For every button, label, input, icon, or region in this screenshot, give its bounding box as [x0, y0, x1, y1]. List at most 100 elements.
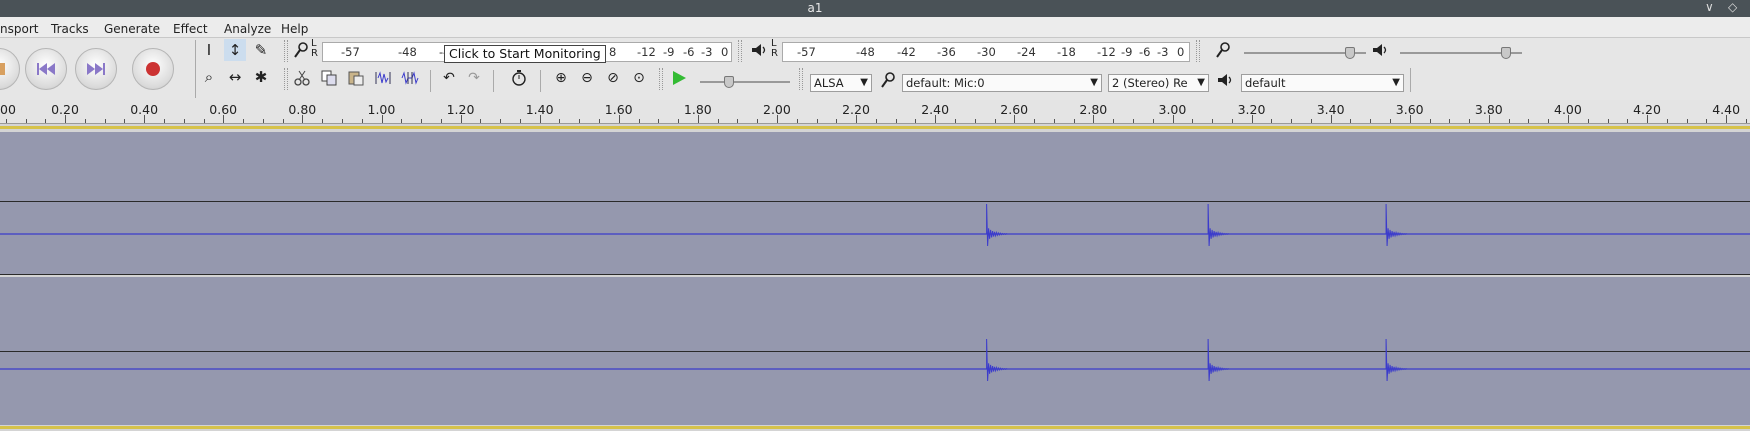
- ruler-tick: [1627, 119, 1629, 123]
- envelope-tool-button[interactable]: ↕: [224, 39, 246, 61]
- ruler-tick: [1568, 115, 1569, 123]
- record-volume-thumb[interactable]: [1345, 47, 1355, 59]
- record-volume-button[interactable]: [1212, 39, 1234, 61]
- audio-host-select[interactable]: ALSA ▼: [810, 74, 872, 92]
- ruler-tick: [361, 119, 363, 123]
- timer-button[interactable]: [508, 67, 530, 89]
- ruler-tick: [1132, 119, 1134, 123]
- ruler-tick: [500, 119, 502, 123]
- ruler-tick: [1291, 119, 1293, 123]
- play-meter[interactable]: -57 -48 -42 -36 -30 -24 -18 -12 -9 -6 -3…: [782, 42, 1190, 62]
- play-speed-slider[interactable]: [700, 73, 790, 91]
- play-speed-track: [700, 81, 790, 83]
- fit-selection-button[interactable]: ⊘: [602, 67, 624, 89]
- fit-selection-icon: ⊘: [607, 70, 619, 86]
- ruler-tick: [183, 119, 185, 123]
- ruler-tick: [1686, 119, 1688, 123]
- skip-end-icon: [87, 63, 105, 75]
- ruler-tick: [1390, 119, 1392, 123]
- draw-tool-button[interactable]: ✎: [250, 39, 272, 61]
- play-speed-thumb[interactable]: [724, 76, 734, 88]
- play-meter-tick: -3: [1157, 45, 1169, 59]
- ruler-tick: [144, 115, 146, 123]
- trim-button[interactable]: [372, 67, 394, 89]
- playback-volume-slider[interactable]: [1400, 44, 1522, 62]
- ruler-tick: [1666, 119, 1668, 123]
- silence-button[interactable]: [399, 67, 421, 89]
- record-meter-tick: -48: [398, 45, 417, 59]
- cut-button[interactable]: [291, 67, 313, 89]
- toolbar-grip[interactable]: [738, 40, 742, 62]
- multi-tool-icon: ✱: [254, 68, 268, 86]
- play-at-speed-button[interactable]: [668, 67, 690, 89]
- ruler-tick: [559, 119, 561, 123]
- play-meter-tick: -48: [856, 45, 875, 59]
- redo-button[interactable]: ↷: [463, 67, 485, 89]
- toolbar-grip[interactable]: [799, 68, 803, 90]
- ruler-tick: [1429, 119, 1431, 123]
- toolbar-separator: [430, 70, 431, 92]
- undo-button[interactable]: ↶: [438, 67, 460, 89]
- playback-device-icon-button: [1214, 69, 1236, 91]
- zoom-out-button[interactable]: ⊖: [576, 67, 598, 89]
- stop-button[interactable]: [0, 48, 20, 90]
- ruler-tick: [282, 119, 284, 123]
- toolbar-separator: [493, 70, 494, 92]
- play-meter-tick: -6: [1139, 45, 1151, 59]
- zoom-tool-button[interactable]: ⌕: [198, 66, 220, 88]
- right-channel-spike: [1207, 338, 1230, 382]
- playback-volume-button[interactable]: [1369, 39, 1391, 61]
- time-shift-tool-button[interactable]: ↔: [224, 66, 246, 88]
- ruler-tick: [1034, 119, 1036, 123]
- trim-audio-icon: [375, 71, 391, 84]
- play-meter-tick: -57: [797, 45, 816, 59]
- multi-tool-button[interactable]: ✱: [250, 66, 272, 88]
- close-icon[interactable]: ◇: [1728, 0, 1737, 14]
- menu-help[interactable]: Help: [281, 22, 308, 36]
- ruler-tick: [974, 119, 976, 123]
- record-button[interactable]: [132, 48, 174, 90]
- ruler-label: 00: [0, 102, 16, 117]
- ruler-tick: [302, 115, 304, 123]
- zoom-in-button[interactable]: ⊕: [550, 67, 572, 89]
- menu-transport[interactable]: nsport: [0, 22, 38, 36]
- copy-button[interactable]: [318, 67, 340, 89]
- audio-host-value: ALSA: [814, 76, 844, 90]
- menu-tracks[interactable]: Tracks: [51, 22, 89, 36]
- ruler-tick: [262, 119, 264, 123]
- timeline-ruler[interactable]: 00 0.20 0.40 0.60 0.80 1.00 1.20 1.40 1.60 1.80 2.…: [0, 100, 1750, 124]
- skip-to-start-button[interactable]: [25, 48, 67, 90]
- ruler-tick: [460, 115, 462, 123]
- toolbar-grip[interactable]: [284, 68, 288, 90]
- fit-project-button[interactable]: ⊙: [628, 67, 650, 89]
- toolbar-grip[interactable]: [1196, 40, 1200, 62]
- waveform: [0, 203, 1750, 382]
- chevron-down-icon: ▼: [1392, 77, 1400, 88]
- record-volume-slider[interactable]: [1244, 44, 1366, 62]
- undo-icon: ↶: [443, 70, 455, 86]
- stop-icon: [0, 63, 5, 75]
- ruler-tick: [1231, 119, 1233, 123]
- skip-to-end-button[interactable]: [75, 48, 117, 90]
- menu-generate[interactable]: Generate: [104, 22, 160, 36]
- ruler-tick: [1251, 115, 1253, 123]
- playback-device-select[interactable]: default ▼: [1241, 74, 1404, 92]
- toolbar-grip[interactable]: [284, 40, 288, 62]
- ruler-tick: [1706, 119, 1708, 123]
- record-meter-button[interactable]: [290, 39, 312, 61]
- paste-button[interactable]: [345, 67, 367, 89]
- menu-effect[interactable]: Effect: [173, 22, 208, 36]
- selection-tool-button[interactable]: I: [198, 39, 220, 61]
- menu-analyze[interactable]: Analyze: [224, 22, 271, 36]
- minimize-icon[interactable]: ∨: [1705, 0, 1714, 14]
- toolbar-grip[interactable]: [659, 68, 663, 90]
- ruler-tick: [856, 115, 858, 123]
- toolbar-area: I ↕ ✎ ⌕ ↔ ✱ L R -57 -48 -4 8 -12 -9 -6 -…: [0, 38, 1750, 100]
- recording-channels-select[interactable]: 2 (Stereo) Re ▼: [1108, 74, 1209, 92]
- play-meter-button[interactable]: [748, 39, 770, 61]
- recording-device-select[interactable]: default: Mic:0 ▼: [902, 74, 1102, 92]
- record-meter-tick: -6: [683, 45, 695, 59]
- ibeam-icon: I: [206, 41, 212, 59]
- ruler-tick: [1469, 119, 1471, 123]
- playback-volume-thumb[interactable]: [1501, 47, 1511, 59]
